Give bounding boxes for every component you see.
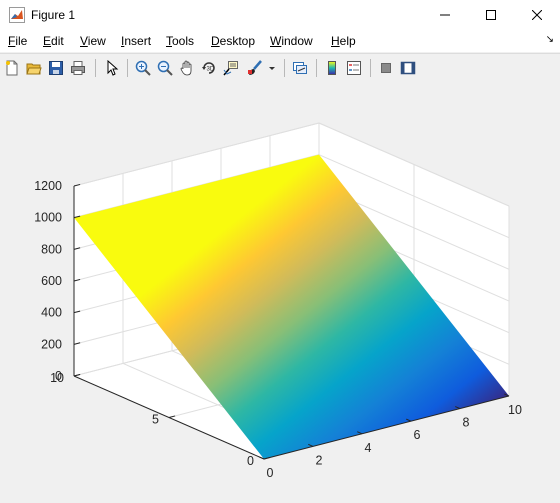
x-tick-label: 8 xyxy=(463,416,470,430)
pan-button[interactable] xyxy=(177,58,197,78)
show-plot-tools-button[interactable] xyxy=(398,58,418,78)
menu-desktop[interactable]: Desktop xyxy=(211,34,255,48)
insert-colorbar-icon xyxy=(328,61,336,75)
toolbar-separator xyxy=(370,59,371,77)
y-tick-label: 0 xyxy=(247,454,254,468)
insert-colorbar-button[interactable] xyxy=(322,58,342,78)
maximize-icon xyxy=(486,10,496,20)
link-plot-icon xyxy=(293,62,307,74)
data-cursor-button[interactable] xyxy=(221,58,241,78)
insert-legend-button[interactable] xyxy=(344,58,364,78)
print-icon xyxy=(71,61,85,75)
brush-icon xyxy=(248,60,262,75)
surface-plot[interactable]: 02468100510020040060080010001200 xyxy=(0,82,560,500)
z-tick-label: 200 xyxy=(41,337,62,351)
close-icon xyxy=(532,10,542,20)
hide-plot-tools-button[interactable] xyxy=(376,58,396,78)
maximize-button[interactable] xyxy=(468,0,514,30)
x-tick-label: 0 xyxy=(267,466,274,480)
menu-help[interactable]: Help xyxy=(331,34,356,48)
pan-icon xyxy=(180,60,192,76)
menu-window[interactable]: Window xyxy=(270,34,313,48)
rotate-3d-icon: 3D xyxy=(202,62,215,74)
figure-toolbar: 3D xyxy=(0,53,560,83)
hide-plot-tools-icon xyxy=(381,63,391,73)
svg-text:3D: 3D xyxy=(207,67,215,73)
zoom-in-icon xyxy=(135,60,151,76)
toolbar-separator xyxy=(127,59,128,77)
open-file-button[interactable] xyxy=(24,58,44,78)
edit-plot-icon xyxy=(107,60,119,76)
window-title: Figure 1 xyxy=(31,8,76,22)
z-tick-label: 1000 xyxy=(34,211,62,225)
z-tick-label: 400 xyxy=(41,306,62,320)
zoom-in-button[interactable] xyxy=(133,58,153,78)
z-tick-label: 1200 xyxy=(34,179,62,193)
menu-bar: File Edit View Insert Tools Desktop Wind… xyxy=(0,30,560,52)
toolbar-separator xyxy=(284,59,285,77)
save-button[interactable] xyxy=(46,58,66,78)
y-tick-label: 5 xyxy=(152,413,159,427)
toolbar-separator xyxy=(95,59,96,77)
link-plot-button[interactable] xyxy=(290,58,310,78)
brush-button[interactable] xyxy=(245,58,265,78)
x-tick-label: 6 xyxy=(414,428,421,442)
brush-dropdown-icon xyxy=(269,67,275,70)
z-tick-label: 0 xyxy=(55,369,62,383)
insert-legend-icon xyxy=(347,61,361,75)
menu-view[interactable]: View xyxy=(80,34,106,48)
dock-figure-arrow[interactable]: ↘ xyxy=(546,34,554,45)
x-tick-label: 2 xyxy=(316,453,323,467)
title-bar: Figure 1 xyxy=(0,0,560,30)
new-figure-icon xyxy=(6,60,18,76)
z-tick-label: 600 xyxy=(41,274,62,288)
minimize-icon xyxy=(440,14,450,16)
menu-edit[interactable]: Edit xyxy=(43,34,64,48)
toolbar-separator xyxy=(316,59,317,77)
menu-insert[interactable]: Insert xyxy=(121,34,151,48)
z-tick-label: 800 xyxy=(41,242,62,256)
data-cursor-icon xyxy=(223,61,238,76)
brush-dropdown-button[interactable] xyxy=(266,58,278,78)
x-tick-label: 4 xyxy=(365,441,372,455)
menu-file[interactable]: File xyxy=(8,34,27,48)
zoom-out-button[interactable] xyxy=(155,58,175,78)
menu-tools[interactable]: Tools xyxy=(166,34,194,48)
save-icon xyxy=(49,61,63,75)
zoom-out-icon xyxy=(157,60,173,76)
x-tick-label: 10 xyxy=(508,403,522,417)
print-button[interactable] xyxy=(68,58,88,78)
new-figure-button[interactable] xyxy=(2,58,22,78)
edit-plot-button[interactable] xyxy=(102,58,122,78)
figure-canvas[interactable]: 0 2 4 6 8 10 0 5 10 0 200 400 600 800 1000 1200 xyxy=(0,82,560,500)
open-file-icon xyxy=(26,63,42,75)
minimize-button[interactable] xyxy=(422,0,468,30)
rotate-3d-button[interactable]: 3D xyxy=(199,58,219,78)
show-plot-tools-icon xyxy=(400,61,416,75)
matlab-logo-icon xyxy=(9,7,25,23)
close-button[interactable] xyxy=(514,0,560,30)
